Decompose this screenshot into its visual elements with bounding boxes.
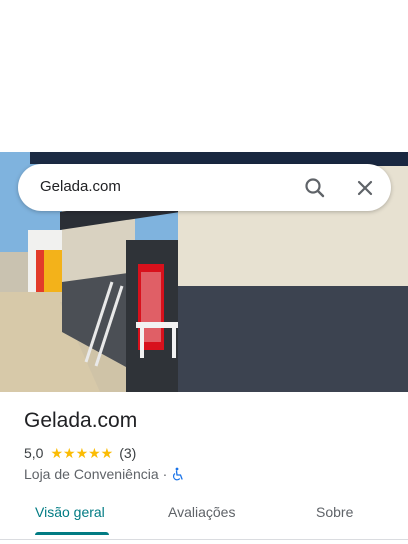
search-bar[interactable]: Gelada.com <box>18 164 391 211</box>
map-blank-area <box>0 0 408 152</box>
review-count[interactable]: (3) <box>119 445 136 461</box>
tabs-divider <box>0 539 408 540</box>
search-button[interactable] <box>302 175 328 201</box>
search-input[interactable]: Gelada.com <box>40 178 121 195</box>
tab-overview[interactable]: Visão geral <box>35 504 105 520</box>
search-icon <box>305 178 325 198</box>
rating-value: 5,0 <box>24 445 44 461</box>
place-tabs: Visão geral Avaliações Sobre <box>0 496 408 536</box>
wheelchair-accessible-icon <box>171 467 185 481</box>
clear-search-button[interactable] <box>352 175 378 201</box>
place-category[interactable]: Loja de Conveniência <box>24 466 159 482</box>
tab-about[interactable]: Sobre <box>316 504 353 520</box>
rating-row[interactable]: 5,0 ★★★★★ (3) <box>24 444 136 462</box>
close-icon <box>357 180 373 196</box>
category-row: Loja de Conveniência · <box>24 465 185 483</box>
place-name: Gelada.com <box>24 409 138 432</box>
active-tab-indicator <box>35 532 109 535</box>
tab-reviews[interactable]: Avaliações <box>168 504 235 520</box>
rating-stars: ★★★★★ <box>50 444 114 461</box>
separator: · <box>162 466 168 482</box>
